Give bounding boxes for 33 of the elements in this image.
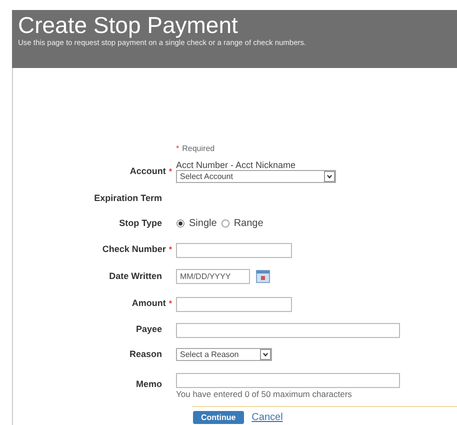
required-asterisk: * [168,167,172,176]
radio-button[interactable] [220,218,230,228]
radio-button[interactable] [176,218,185,228]
required-asterisk: * [168,245,172,254]
field-label: Account [130,166,166,176]
required-note: Required [182,144,215,153]
input-field[interactable] [176,323,400,338]
select-dropdown[interactable]: Select a Reason [176,348,272,360]
field-hint: Acct Number - Acct Nickname [176,160,297,170]
page-title: Create Stop Payment [18,12,239,38]
field-label: Payee [136,324,162,334]
input-field[interactable] [176,297,292,312]
field-label: Reason [129,349,162,359]
cancel-link[interactable]: Cancel [252,412,283,423]
caret-icon [324,170,335,182]
character-count: You have entered 0 of 50 maximum characters [176,388,353,398]
field-label: Memo [136,379,162,389]
input-field[interactable] [176,372,400,388]
field-label: Expiration Term [94,193,162,203]
input-field[interactable] [176,243,292,258]
caret-icon [260,348,271,360]
radio-label: Range [234,218,264,228]
calendar-icon[interactable] [256,270,270,282]
required-asterisk: * [176,144,180,153]
field-label: Date Written [109,271,162,281]
select-dropdown[interactable]: Select Account [176,170,336,182]
field-label: Check Number [102,244,166,254]
continue-button[interactable]: Continue [193,411,244,424]
field-label: Stop Type [119,218,162,228]
required-asterisk: * [168,299,172,308]
date-field[interactable]: MM/DD/YYYY [176,268,250,284]
radio-label: Single [189,218,217,228]
field-label: Amount [132,298,166,308]
